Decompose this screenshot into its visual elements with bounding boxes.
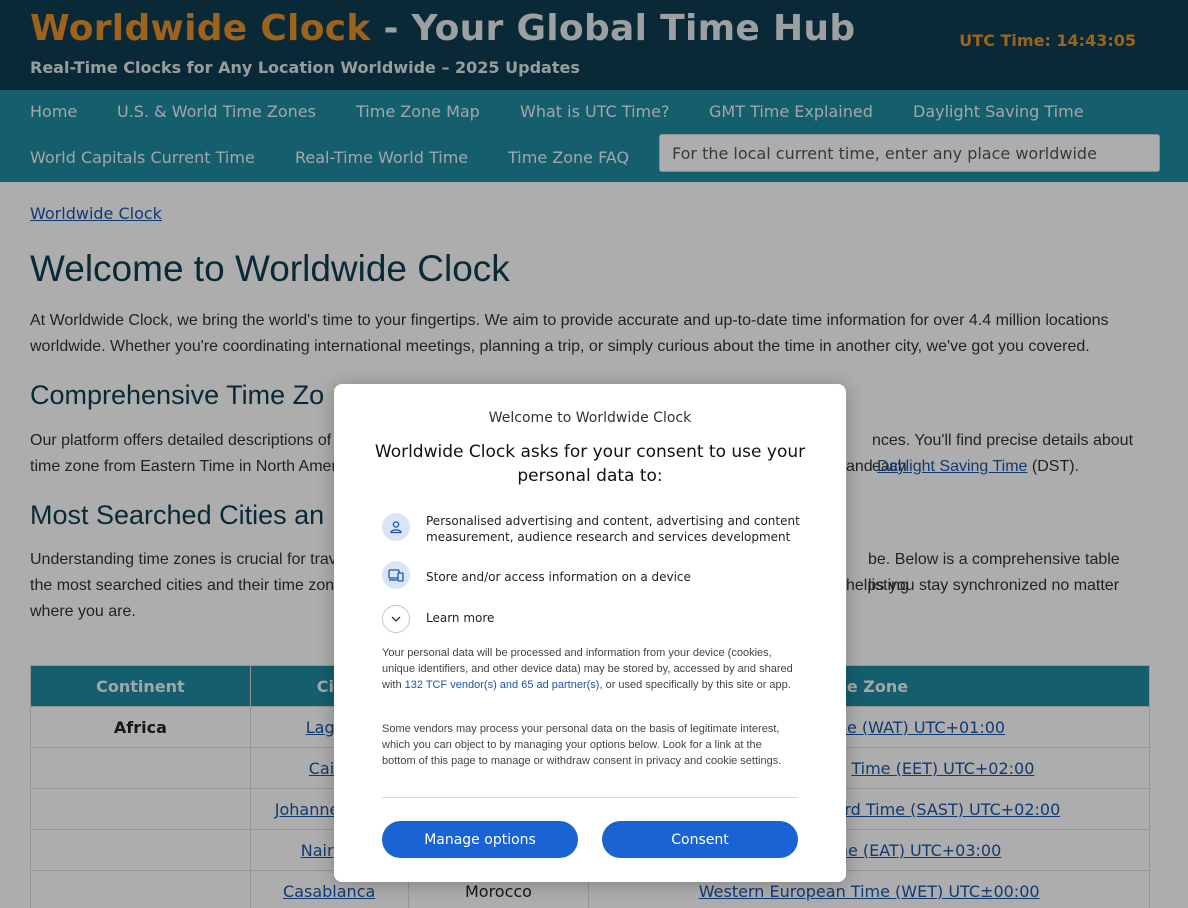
manage-options-button[interactable]: Manage options xyxy=(382,821,578,858)
consent-purpose-advertising: Personalised advertising and content, ad… xyxy=(382,513,802,547)
consent-dialog: Welcome to Worldwide Clock Worldwide Clo… xyxy=(334,384,846,882)
consent-purpose-storage: Store and/or access information on a dev… xyxy=(382,561,802,589)
chevron-down-icon[interactable] xyxy=(382,605,410,633)
consent-purpose-advertising-text: Personalised advertising and content, ad… xyxy=(426,514,800,544)
consent-body-paragraph-2: Some vendors may process your personal d… xyxy=(382,723,782,767)
consent-purpose-storage-text: Store and/or access information on a dev… xyxy=(426,570,691,584)
consent-body-1-end: , or used specifically by this site or a… xyxy=(599,679,791,691)
learn-more-label[interactable]: Learn more xyxy=(426,611,494,625)
person-icon xyxy=(382,513,410,541)
consent-site-name: Welcome to Worldwide Clock xyxy=(488,410,692,426)
learn-more-toggle[interactable]: Learn more xyxy=(382,605,582,633)
consent-button[interactable]: Consent xyxy=(602,821,798,858)
consent-heading: Worldwide Clock asks for your consent to… xyxy=(374,442,806,486)
vendor-partners-link[interactable]: 132 TCF vendor(s) and 65 ad partner(s) xyxy=(405,679,600,691)
consent-body-paragraph-1: Your personal data will be processed and… xyxy=(382,645,798,693)
device-icon xyxy=(382,561,410,589)
consent-divider xyxy=(382,797,798,798)
